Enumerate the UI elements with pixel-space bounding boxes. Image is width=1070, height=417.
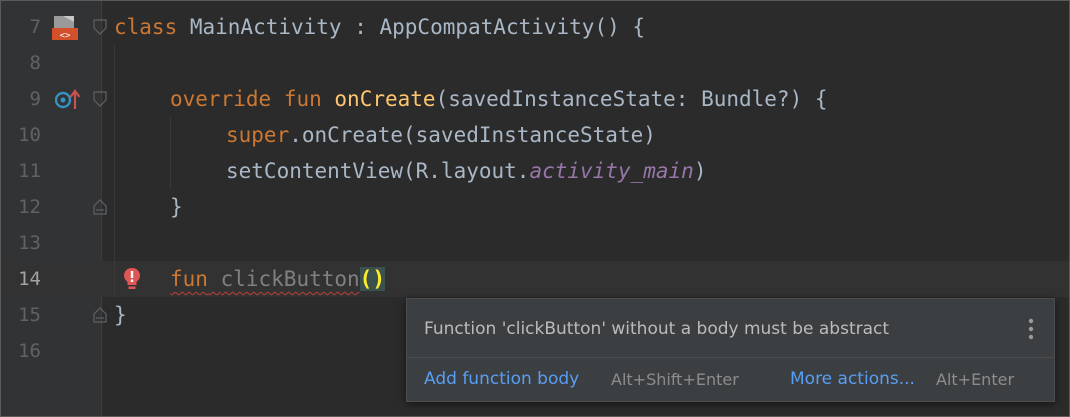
fold-icon[interactable]	[93, 91, 107, 107]
line-number: 12	[18, 196, 41, 218]
code-text[interactable]: fun clickButton()	[170, 261, 385, 297]
line-number: 11	[18, 160, 41, 182]
code-text[interactable]: setContentView(R.layout.activity_main)	[226, 153, 706, 189]
more-options-icon[interactable]	[1028, 318, 1034, 340]
quick-fix-popup: Function 'clickButton' without a body mu…	[406, 298, 1055, 402]
code-line-8[interactable]: 8	[1, 45, 1069, 81]
line-number: 16	[18, 340, 41, 362]
override-method-icon[interactable]	[54, 89, 81, 111]
line-number: 15	[18, 304, 41, 326]
code-line-10[interactable]: 10 super.onCreate(savedInstanceState)	[1, 117, 1069, 153]
indent-guide	[170, 117, 171, 189]
fold-icon[interactable]	[93, 307, 107, 323]
line-number: 9	[29, 88, 41, 110]
line-number: 10	[18, 124, 41, 146]
line-number: 14	[18, 268, 41, 290]
svg-text:<>: <>	[60, 31, 71, 41]
indent-guide	[114, 45, 115, 297]
line-number: 7	[29, 16, 41, 38]
code-editor[interactable]: 7 <> class MainActivity : AppCompatActiv…	[0, 0, 1070, 417]
code-line-7[interactable]: 7 <> class MainActivity : AppCompatActiv…	[1, 9, 1069, 45]
code-line-9[interactable]: 9 override fun onCreate(savedInstanceSta…	[1, 81, 1069, 117]
line-number: 13	[18, 232, 41, 254]
code-line-12[interactable]: 12 }	[1, 189, 1069, 225]
code-text[interactable]: super.onCreate(savedInstanceState)	[226, 117, 656, 153]
code-text[interactable]: }	[114, 297, 127, 333]
fold-icon[interactable]	[93, 19, 107, 35]
error-message: Function 'clickButton' without a body mu…	[424, 319, 890, 339]
error-bulb-icon[interactable]	[122, 266, 142, 292]
code-line-13[interactable]: 13	[1, 225, 1069, 261]
android-layout-icon[interactable]: <>	[51, 13, 79, 41]
more-actions-shortcut: Alt+Enter	[936, 370, 1015, 389]
code-text[interactable]: }	[170, 189, 183, 225]
add-function-body-shortcut: Alt+Shift+Enter	[611, 370, 739, 389]
fold-icon[interactable]	[93, 199, 107, 215]
add-function-body-link[interactable]: Add function body	[424, 369, 579, 389]
popup-actions: Add function body Alt+Shift+Enter More a…	[407, 358, 1054, 401]
code-line-11[interactable]: 11 setContentView(R.layout.activity_main…	[1, 153, 1069, 189]
more-actions-link[interactable]: More actions...	[790, 369, 915, 389]
code-text[interactable]: override fun onCreate(savedInstanceState…	[170, 81, 828, 117]
code-line-14[interactable]: 14 fun clickButton()	[1, 261, 1069, 297]
code-text[interactable]: class MainActivity : AppCompatActivity()…	[114, 9, 645, 45]
line-number: 8	[29, 52, 41, 74]
